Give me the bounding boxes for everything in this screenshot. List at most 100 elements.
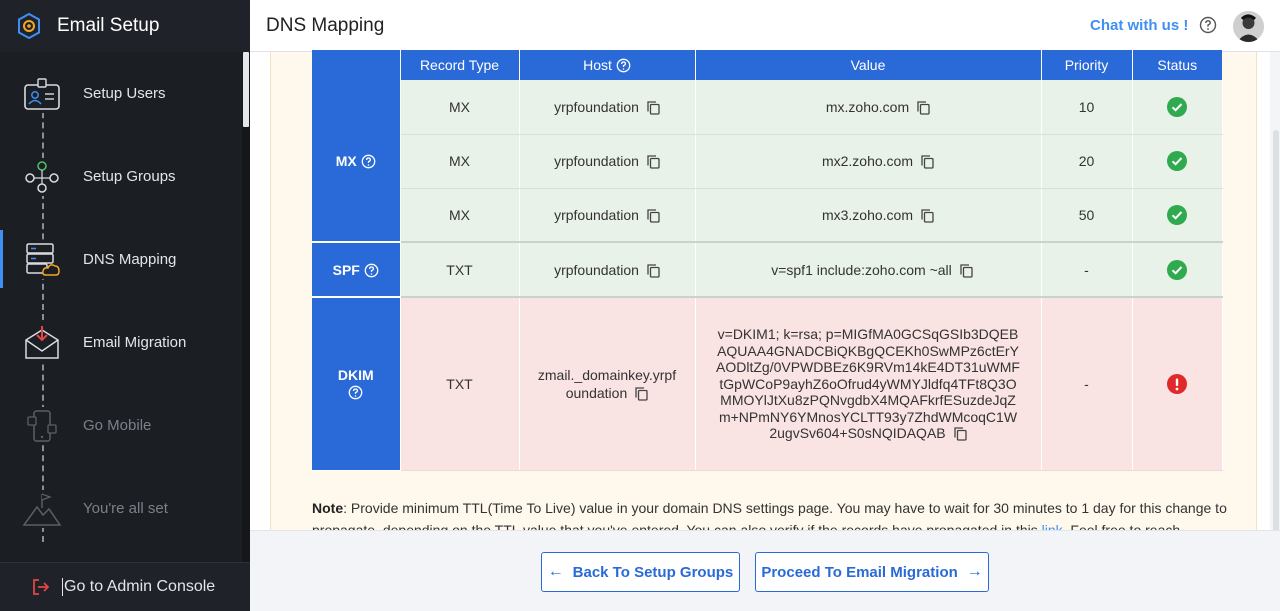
question-icon[interactable] bbox=[348, 385, 363, 400]
dkim-value-text: v=DKIM1; k=rsa; p=MIGfMA0GCSqGSIb3DQEBAQ… bbox=[716, 326, 1020, 441]
spf-group-cell: SPF bbox=[312, 242, 401, 298]
record-type-cell: MX bbox=[400, 134, 520, 189]
value-text: mx2.zoho.com bbox=[821, 153, 914, 169]
copy-icon[interactable] bbox=[647, 209, 660, 223]
sidebar-scrollbar-thumb[interactable] bbox=[243, 52, 249, 127]
check-circle-icon bbox=[1167, 259, 1187, 280]
sidebar-item-email-migration[interactable]: Email Migration bbox=[0, 313, 242, 371]
value-cell: mx2.zoho.com bbox=[695, 134, 1042, 189]
table-row: MX MX yrpfoundation mx.zoho.com 10 bbox=[312, 80, 1223, 243]
copy-icon[interactable] bbox=[953, 427, 967, 441]
copy-icon[interactable] bbox=[647, 263, 660, 278]
priority-header: Priority bbox=[1041, 50, 1133, 80]
priority-cell: - bbox=[1041, 242, 1133, 298]
value-text: mx.zoho.com bbox=[825, 98, 910, 115]
record-type-header: Record Type bbox=[400, 50, 520, 80]
copy-icon[interactable] bbox=[647, 101, 660, 115]
copy-icon[interactable] bbox=[960, 263, 973, 278]
sidebar-item-label: You're all set bbox=[83, 499, 168, 517]
host-cell: yrpfoundation bbox=[519, 80, 696, 135]
footer-bar: ← Back To Setup Groups Proceed To Email … bbox=[250, 530, 1280, 611]
user-card-icon bbox=[22, 75, 62, 113]
host-text: zmail._domainkey.yrpfoundation bbox=[537, 366, 677, 401]
page-title: DNS Mapping bbox=[266, 14, 385, 36]
copy-icon[interactable] bbox=[635, 387, 648, 401]
note-label: Note bbox=[312, 500, 344, 516]
proceed-to-email-migration-button[interactable]: Proceed To Email Migration → bbox=[755, 552, 989, 592]
mx-group-cell: MX bbox=[312, 80, 401, 243]
content-scrollbar-thumb[interactable] bbox=[1273, 130, 1279, 540]
help-icon[interactable] bbox=[1199, 16, 1217, 34]
mobile-icon bbox=[22, 407, 62, 445]
question-icon[interactable] bbox=[616, 58, 631, 73]
copy-icon[interactable] bbox=[647, 155, 660, 169]
host-cell: yrpfoundation bbox=[519, 188, 696, 243]
sidebar-item-label: DNS Mapping bbox=[83, 250, 177, 268]
check-circle-icon bbox=[1167, 151, 1187, 171]
check-circle-icon bbox=[1167, 96, 1187, 117]
sidebar-item-setup-users[interactable]: Setup Users bbox=[0, 64, 242, 122]
status-cell bbox=[1132, 242, 1223, 298]
logout-icon bbox=[33, 579, 50, 595]
table-row: DKIM TXT zmail._domainkey.yrpfoundation … bbox=[312, 297, 1223, 471]
copy-icon[interactable] bbox=[921, 155, 934, 169]
sidebar: Email Setup Setup Users Setup Groups DNS… bbox=[0, 0, 250, 611]
sidebar-item-go-mobile[interactable]: Go Mobile bbox=[0, 396, 242, 454]
admin-console-label: Go to Admin Console bbox=[62, 578, 216, 596]
dkim-group-cell: DKIM bbox=[312, 297, 401, 471]
value-cell: mx3.zoho.com bbox=[695, 188, 1042, 243]
arrow-left-icon: ← bbox=[547, 563, 573, 580]
copy-icon[interactable] bbox=[917, 101, 930, 115]
table-row: SPF TXT yrpfoundation v=spf1 include:zoh… bbox=[312, 242, 1223, 298]
sidebar-item-all-set[interactable]: You're all set bbox=[0, 479, 242, 537]
envelope-download-icon bbox=[22, 324, 62, 362]
host-header-label: Host bbox=[583, 57, 612, 73]
copy-icon[interactable] bbox=[921, 209, 934, 223]
table-header-row: Record Type Host Value Priority Status bbox=[312, 50, 1222, 80]
user-avatar[interactable] bbox=[1233, 11, 1264, 42]
server-cloud-icon bbox=[22, 241, 62, 279]
host-text: yrpfoundation bbox=[554, 261, 639, 278]
priority-cell: 10 bbox=[1041, 80, 1133, 135]
sidebar-item-label: Setup Users bbox=[83, 84, 166, 102]
status-cell bbox=[1132, 297, 1223, 471]
priority-cell: 50 bbox=[1041, 188, 1133, 243]
group-network-icon bbox=[22, 158, 62, 196]
sidebar-scrollbar[interactable] bbox=[242, 52, 250, 562]
sidebar-header: Email Setup bbox=[0, 0, 250, 52]
table-row: MX yrpfoundation mx3.zoho.com 50 bbox=[312, 188, 1223, 243]
mountain-flag-icon bbox=[22, 490, 62, 528]
table-row: MX yrpfoundation mx2.zoho.com 20 bbox=[312, 134, 1223, 189]
back-to-setup-groups-button[interactable]: ← Back To Setup Groups bbox=[541, 552, 740, 592]
value-header: Value bbox=[695, 50, 1042, 80]
record-type-cell: MX bbox=[400, 188, 520, 243]
question-icon[interactable] bbox=[364, 263, 379, 278]
check-circle-icon bbox=[1167, 204, 1187, 225]
host-cell: yrpfoundation bbox=[519, 242, 696, 298]
sidebar-item-dns-mapping[interactable]: DNS Mapping bbox=[0, 230, 242, 288]
sidebar-item-label: Email Migration bbox=[83, 333, 187, 351]
record-type-cell: MX bbox=[400, 80, 520, 135]
group-column-header bbox=[312, 50, 401, 80]
host-text: yrpfoundation bbox=[554, 98, 639, 115]
record-type-cell: TXT bbox=[400, 242, 520, 298]
host-header: Host bbox=[519, 50, 696, 80]
host-cell: zmail._domainkey.yrpfoundation bbox=[519, 297, 696, 471]
status-cell bbox=[1132, 134, 1223, 189]
email-setup-logo-icon bbox=[18, 13, 40, 39]
sidebar-item-label: Go Mobile bbox=[83, 416, 152, 434]
top-header: DNS Mapping Chat with us ! bbox=[250, 0, 1280, 52]
admin-console-link[interactable]: Go to Admin Console bbox=[0, 562, 250, 611]
chat-with-us-link[interactable]: Chat with us ! bbox=[1090, 17, 1188, 34]
sidebar-item-label: Setup Groups bbox=[83, 167, 176, 185]
mx-group-label: MX bbox=[335, 152, 357, 169]
sidebar-steps: Setup Users Setup Groups DNS Mapping Ema… bbox=[0, 52, 242, 562]
host-text: yrpfoundation bbox=[554, 206, 639, 223]
value-text: v=spf1 include:zoho.com ~all bbox=[771, 261, 952, 278]
sidebar-item-setup-groups[interactable]: Setup Groups bbox=[0, 147, 242, 205]
question-icon[interactable] bbox=[361, 154, 376, 169]
next-button-label: Proceed To Email Migration bbox=[761, 563, 958, 581]
spf-group-label: SPF bbox=[332, 261, 360, 278]
dkim-group-label: DKIM bbox=[337, 367, 374, 384]
value-cell: v=spf1 include:zoho.com ~all bbox=[695, 242, 1042, 298]
